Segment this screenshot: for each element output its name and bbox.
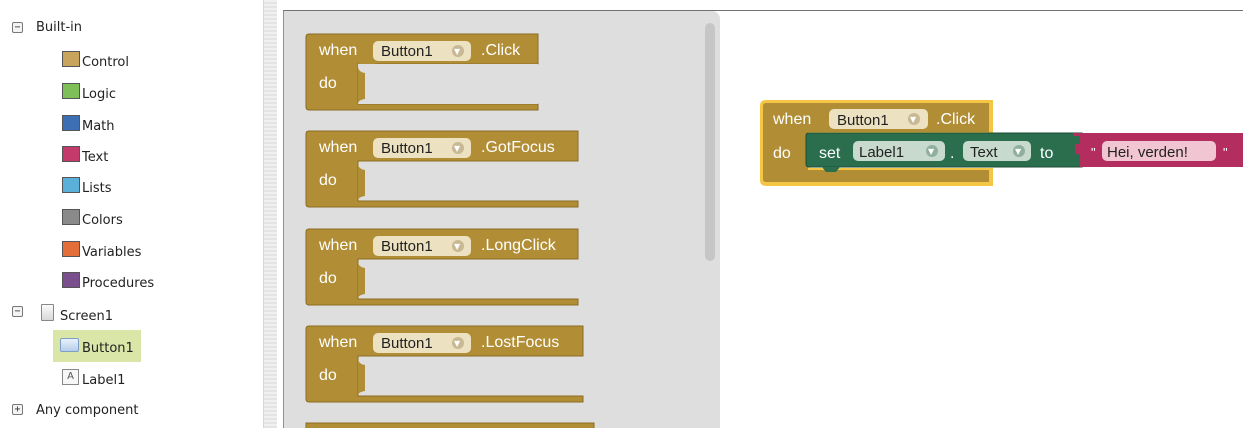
close-quote: " (1223, 145, 1228, 160)
collapse-toggle-icon[interactable]: − (12, 306, 23, 317)
do-keyword: do (319, 172, 337, 189)
dropdown-arrow-icon: ▼ (454, 47, 461, 56)
dropdown-arrow-icon: ▼ (454, 144, 461, 153)
event-name: .GotFocus (481, 139, 555, 156)
component-dropdown-label: Label1 (859, 144, 904, 161)
tree-item-button1[interactable]: Button1 (60, 336, 140, 358)
tree-label-control: Control (82, 55, 129, 70)
when-keyword: when (318, 139, 357, 156)
dropdown-arrow-icon: ▼ (454, 242, 461, 251)
do-keyword: do (773, 145, 791, 162)
panel-splitter[interactable] (263, 0, 277, 428)
colors-swatch-icon (62, 209, 80, 225)
tree-label-label1: Label1 (82, 373, 126, 388)
logic-swatch-icon (62, 83, 80, 99)
event-block-gotfocus[interactable]: when Button1 ▼ .GotFocus do (305, 130, 585, 210)
tree-item-label1[interactable]: A Label1 (62, 367, 140, 389)
component-dropdown-label: Button1 (381, 140, 433, 157)
set-keyword: set (819, 145, 841, 162)
placed-event-block-click[interactable]: when Button1 ▼ .Click do set Label1 ▼ . … (760, 100, 1243, 190)
tree-item-control[interactable]: Control (62, 51, 162, 73)
tree-item-lists[interactable]: Lists (62, 177, 162, 199)
control-swatch-icon (62, 51, 80, 67)
to-keyword: to (1040, 145, 1053, 162)
when-keyword: when (318, 334, 357, 351)
tree-item-colors[interactable]: Colors (62, 209, 162, 231)
expand-toggle-icon[interactable]: + (12, 404, 23, 415)
label-component-icon: A (62, 369, 79, 385)
when-keyword: when (318, 42, 357, 59)
event-block-longclick[interactable]: when Button1 ▼ .LongClick do (305, 228, 585, 308)
flyout-scrollbar[interactable] (705, 23, 715, 261)
event-block-lostfocus[interactable]: when Button1 ▼ .LostFocus do (305, 325, 595, 405)
component-dropdown-label: Button1 (381, 335, 433, 352)
tree-node-any-component[interactable]: + Any component (12, 399, 162, 421)
text-value: Hei, verden! (1107, 144, 1188, 161)
event-block-partial[interactable] (305, 422, 595, 428)
text-swatch-icon (62, 146, 80, 162)
tree-label-colors: Colors (82, 213, 123, 228)
event-name: .LongClick (481, 237, 557, 254)
tree-item-math[interactable]: Math (62, 115, 162, 137)
tree-label-variables: Variables (82, 245, 142, 260)
tree-label-lists: Lists (82, 181, 112, 196)
lists-swatch-icon (62, 177, 80, 193)
tree-label-procedures: Procedures (82, 276, 155, 291)
when-keyword: when (772, 111, 811, 128)
do-keyword: do (319, 367, 337, 384)
dot-separator: . (950, 145, 954, 162)
screen-icon (41, 304, 54, 321)
tree-node-screen1[interactable]: − Screen1 (12, 303, 162, 325)
button-component-icon (60, 338, 79, 352)
tree-label-any-component: Any component (36, 403, 139, 418)
tree-label-builtin: Built-in (36, 20, 83, 35)
dropdown-arrow-icon: ▼ (454, 339, 461, 348)
do-keyword: do (319, 270, 337, 287)
tree-item-logic[interactable]: Logic (62, 83, 162, 105)
dropdown-arrow-icon: ▼ (928, 147, 935, 156)
tree-label-button1: Button1 (82, 341, 134, 356)
dropdown-arrow-icon: ▼ (1015, 147, 1022, 156)
event-name: .LostFocus (481, 334, 559, 351)
component-dropdown-label: Button1 (381, 238, 433, 255)
blocks-tree-panel: − Built-in Control Logic Math Text Lists… (0, 0, 263, 428)
tree-label-logic: Logic (82, 87, 116, 102)
open-quote: " (1091, 145, 1096, 160)
tree-label-math: Math (82, 119, 115, 134)
tree-label-screen1: Screen1 (60, 309, 113, 324)
tree-item-procedures[interactable]: Procedures (62, 272, 172, 294)
math-swatch-icon (62, 115, 80, 131)
event-block-click[interactable]: when Button1 ▼ .Click do (305, 33, 545, 113)
event-name: .Click (936, 111, 976, 128)
dropdown-arrow-icon: ▼ (910, 115, 917, 124)
when-keyword: when (318, 237, 357, 254)
tree-item-text[interactable]: Text (62, 146, 162, 168)
do-keyword: do (319, 75, 337, 92)
variables-swatch-icon (62, 241, 80, 257)
tree-item-variables[interactable]: Variables (62, 241, 162, 263)
procedures-swatch-icon (62, 272, 80, 288)
property-dropdown-label: Text (970, 144, 998, 161)
event-name: .Click (481, 42, 521, 59)
collapse-toggle-icon[interactable]: − (12, 22, 23, 33)
tree-label-text: Text (82, 150, 109, 165)
component-dropdown-label: Button1 (381, 43, 433, 60)
component-dropdown-label: Button1 (837, 112, 889, 129)
